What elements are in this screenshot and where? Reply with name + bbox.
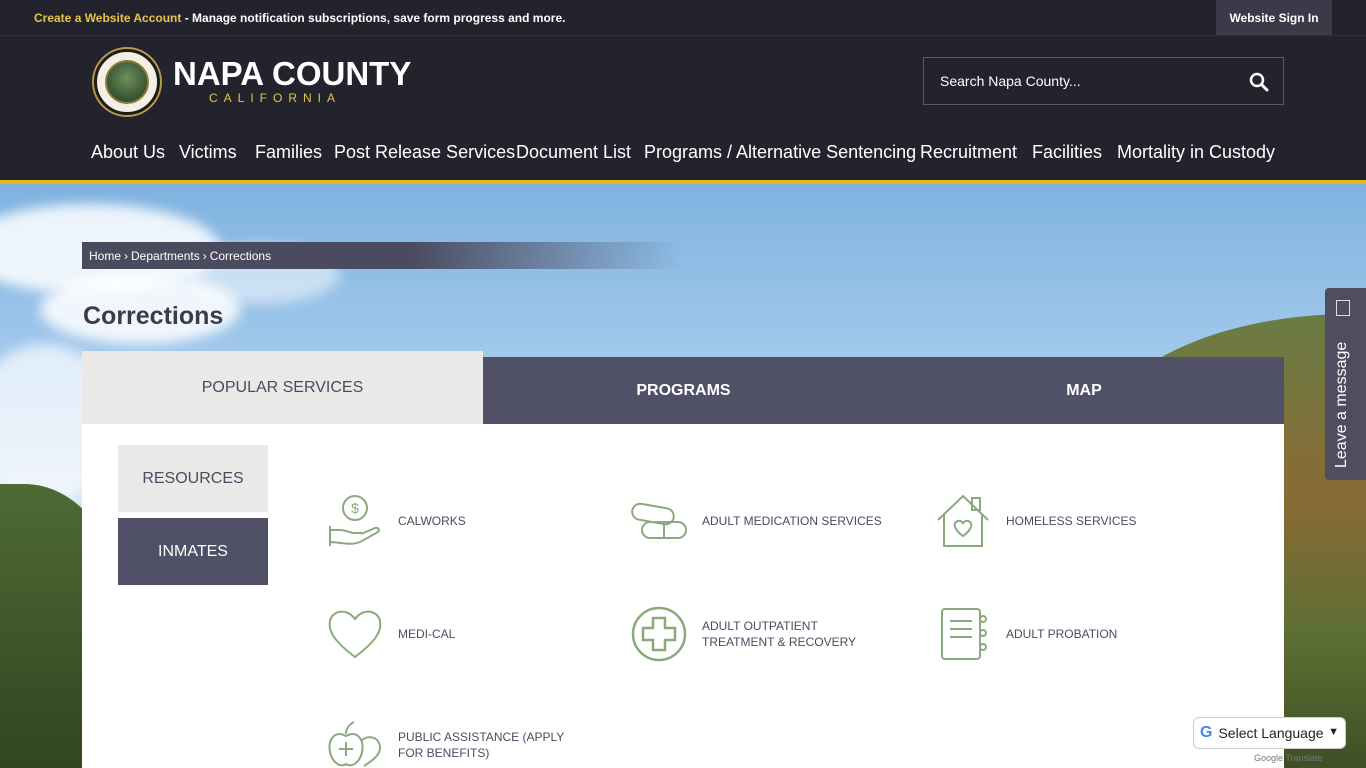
breadcrumb-separator: › [202,248,207,263]
site-header: NAPA COUNTY CALIFORNIA About Us Victims … [0,36,1366,180]
language-select[interactable]: G Select Language ▼ [1193,717,1346,749]
leave-message-label: Leave a message [1333,341,1350,468]
sign-in-button[interactable]: Website Sign In [1216,0,1332,35]
service-label: ADULT PROBATION [1006,627,1118,641]
house-heart-icon [937,494,989,547]
breadcrumb-home[interactable]: Home [89,249,121,263]
search-input[interactable] [924,58,1234,104]
resources-button[interactable]: RESOURCES [118,445,268,512]
service-calworks[interactable]: $ CALWORKS [326,492,466,550]
service-adult-outpatient-treatment[interactable]: ADULT OUTPATIENT TREATMENT & RECOVERY [630,605,892,663]
pill-capsule-icon [631,502,687,539]
create-account-link[interactable]: Create a Website Account [34,11,181,25]
language-select-label: Select Language [1218,725,1324,741]
site-logo[interactable]: NAPA COUNTY CALIFORNIA [173,55,412,105]
powered-by-google: Google Translate [1254,753,1323,763]
nav-document-list[interactable]: Document List [516,140,631,172]
nav-families[interactable]: Families [255,140,322,172]
service-label: HOMELESS SERVICES [1006,514,1137,528]
service-label: CALWORKS [398,514,466,528]
nav-about-us[interactable]: About Us [91,140,165,172]
leave-message-widget[interactable]: Leave a message [1325,288,1366,480]
county-seal-logo[interactable] [94,49,160,115]
utility-bar: Create a Website Account - Manage notifi… [0,0,1366,36]
service-medi-cal[interactable]: MEDI-CAL [326,605,455,663]
nav-facilities[interactable]: Facilities [1032,140,1102,172]
logo-title: NAPA COUNTY [173,55,412,92]
service-adult-probation[interactable]: ADULT PROBATION [934,605,1117,663]
breadcrumb-current: Corrections [209,248,272,263]
nav-victims[interactable]: Victims [179,140,237,172]
money-hand-icon: $ [329,495,380,546]
service-label: ADULT MEDICATION SERVICES [702,514,882,528]
nav-recruitment[interactable]: Recruitment [920,140,1017,172]
nav-mortality-in-custody[interactable]: Mortality in Custody [1117,140,1275,172]
service-label: ADULT OUTPATIENT TREATMENT & RECOVERY [702,619,857,649]
main-navigation: About Us Victims Families Post Release S… [0,140,1366,180]
service-homeless-services[interactable]: HOMELESS SERVICES [934,492,1137,550]
chevron-down-icon: ▼ [1328,726,1339,738]
notebook-icon [941,608,987,660]
service-adult-medication-services[interactable]: ADULT MEDICATION SERVICES [630,492,882,550]
service-label: MEDI-CAL [398,627,456,641]
service-public-assistance[interactable]: PUBLIC ASSISTANCE (APPLY FOR BENEFITS) [326,716,588,768]
breadcrumb-departments[interactable]: Departments [131,249,200,263]
apple-heart-icon [328,721,382,767]
nav-programs-alternative-sentencing[interactable]: Programs / Alternative Sentencing [644,140,916,172]
tab-programs[interactable]: PROGRAMS [483,357,884,424]
google-icon: G [1200,724,1213,741]
medical-cross-icon [631,606,687,662]
logo-subtitle: CALIFORNIA [209,91,342,105]
tab-map[interactable]: MAP [884,357,1284,424]
search-icon[interactable] [1247,70,1271,94]
service-label: PUBLIC ASSISTANCE (APPLY FOR BENEFITS) [398,730,565,760]
popular-services-panel: RESOURCES INMATES $ CALWORKS ADULT MEDIC… [82,424,1284,768]
account-message-text: - Manage notification subscriptions, sav… [181,11,566,25]
page-title: Corrections [83,302,224,330]
breadcrumb-separator: › [124,248,129,263]
tab-popular-services[interactable]: POPULAR SERVICES [82,351,483,424]
svg-text:$: $ [351,500,359,516]
nav-post-release-services[interactable]: Post Release Services [334,140,515,172]
breadcrumb: Home › Departments › Corrections [82,242,682,269]
account-message: Create a Website Account - Manage notifi… [34,11,565,25]
inmates-button[interactable]: INMATES [118,518,268,585]
close-icon[interactable] [1336,300,1350,316]
search-box [923,57,1284,105]
heart-icon [328,610,382,659]
